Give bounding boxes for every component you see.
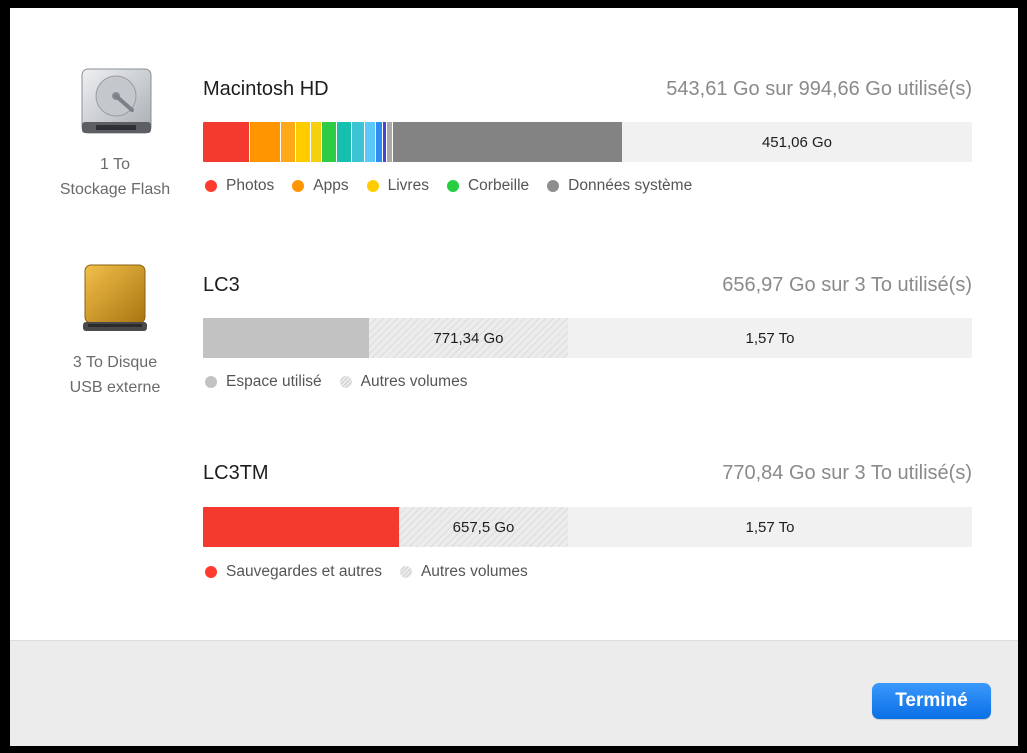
internal-drive-icon bbox=[80, 68, 154, 141]
legend-label: Livres bbox=[387, 177, 429, 194]
legend-item: Espace utilisé bbox=[205, 373, 322, 391]
bar-segment-other-3 bbox=[364, 122, 375, 162]
free-space-label: 451,06 Go bbox=[761, 133, 833, 151]
books-dot-icon bbox=[366, 180, 379, 192]
bar-segment-apps-2 bbox=[280, 122, 295, 162]
used-space-dot-icon bbox=[205, 376, 217, 388]
other-volumes-dot-icon bbox=[399, 566, 412, 578]
bar-segment-photos bbox=[203, 122, 249, 162]
bar-segment-other-1 bbox=[336, 122, 351, 162]
storage-bar: 771,34 Go 1,57 To bbox=[203, 318, 972, 358]
bar-segment-free: 451,06 Go bbox=[622, 122, 972, 162]
backups-dot-icon bbox=[205, 566, 217, 578]
other-volumes-dot-icon bbox=[339, 376, 352, 388]
other-volumes-label: 771,34 Go bbox=[433, 329, 504, 347]
bar-segment-apps bbox=[249, 122, 280, 162]
apps-dot-icon bbox=[292, 180, 305, 192]
bar-segment-free: 1,57 To bbox=[568, 318, 972, 358]
bar-segment-free: 1,57 To bbox=[568, 507, 972, 547]
legend: Espace utilisé Autres volumes bbox=[205, 373, 485, 391]
external-usb-drive-icon bbox=[80, 264, 150, 339]
bar-segment-system-data bbox=[392, 122, 622, 162]
trash-dot-icon bbox=[446, 180, 459, 192]
volume-usage: 770,84 Go sur 3 To utilisé(s) bbox=[722, 462, 972, 484]
bar-segment-other-volumes: 771,34 Go bbox=[369, 318, 568, 358]
legend-label: Autres volumes bbox=[360, 373, 468, 390]
system-data-dot-icon bbox=[547, 180, 560, 192]
device-capacity: 1 To bbox=[100, 156, 130, 173]
legend-label: Données système bbox=[568, 177, 693, 194]
done-button[interactable]: Terminé bbox=[872, 683, 991, 719]
bar-segment-other-2 bbox=[351, 122, 364, 162]
free-space-label: 1,57 To bbox=[745, 329, 795, 347]
legend-label: Corbeille bbox=[467, 177, 530, 194]
bar-segment-books bbox=[295, 122, 310, 162]
device-caption: 3 To Disque USB externe bbox=[40, 350, 190, 400]
volume-name: LC3 bbox=[203, 274, 240, 296]
legend: Sauvegardes et autres Autres volumes bbox=[205, 563, 546, 581]
volume-usage: 543,61 Go sur 994,66 Go utilisé(s) bbox=[666, 78, 972, 100]
storage-bar: 657,5 Go 1,57 To bbox=[203, 507, 972, 547]
legend-label: Autres volumes bbox=[420, 563, 528, 580]
device-capacity: 3 To Disque bbox=[72, 354, 158, 371]
device-caption: 1 To Stockage Flash bbox=[40, 152, 190, 202]
device-type: Stockage Flash bbox=[59, 181, 171, 198]
legend-label: Espace utilisé bbox=[226, 373, 322, 390]
photos-dot-icon bbox=[205, 180, 217, 192]
storage-bar: 451,06 Go bbox=[203, 122, 972, 162]
bar-segment-books-2 bbox=[310, 122, 321, 162]
other-volumes-label: 657,5 Go bbox=[452, 518, 515, 536]
bar-segment-other-volumes: 657,5 Go bbox=[399, 507, 568, 547]
legend-label: Photos bbox=[226, 177, 275, 194]
free-space-label: 1,57 To bbox=[745, 518, 795, 536]
footer-bar bbox=[10, 640, 1018, 746]
legend-item: Corbeille bbox=[446, 177, 530, 195]
legend: Photos Apps Livres Corbeille Données sys… bbox=[205, 177, 710, 195]
bar-segment-trash bbox=[321, 122, 336, 162]
volume-usage: 656,97 Go sur 3 To utilisé(s) bbox=[722, 274, 972, 296]
volume-name: LC3TM bbox=[203, 462, 269, 484]
legend-item: Autres volumes bbox=[339, 373, 468, 391]
legend-item: Sauvegardes et autres bbox=[205, 563, 382, 581]
device-type: USB externe bbox=[69, 379, 161, 396]
legend-label: Sauvegardes et autres bbox=[226, 563, 382, 580]
legend-item: Livres bbox=[366, 177, 429, 195]
bar-segment-other-4 bbox=[375, 122, 382, 162]
volume-name: Macintosh HD bbox=[203, 78, 329, 100]
bar-segment-backups bbox=[203, 507, 399, 547]
legend-item: Photos bbox=[205, 177, 274, 195]
legend-label: Apps bbox=[313, 177, 349, 194]
legend-item: Autres volumes bbox=[399, 563, 528, 581]
legend-item: Données système bbox=[547, 177, 692, 195]
legend-item: Apps bbox=[292, 177, 349, 195]
bar-segment-used bbox=[203, 318, 369, 358]
